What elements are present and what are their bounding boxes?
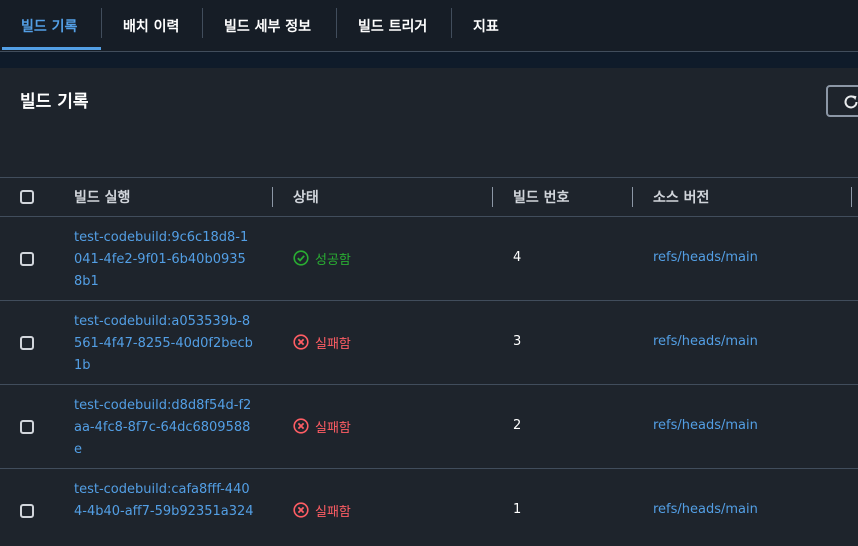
- column-header-build-run[interactable]: 빌드 실행: [74, 178, 130, 216]
- tab-bar: 빌드 기록 배치 이력 빌드 세부 정보 빌드 트리거 지표: [0, 0, 858, 52]
- check-circle-icon: [293, 250, 309, 266]
- x-circle-icon: [293, 334, 309, 350]
- section-gap: [0, 52, 858, 68]
- source-version-link[interactable]: refs/heads/main: [653, 250, 758, 265]
- build-run-link[interactable]: test-codebuild:cafa8fff-4404-4b40-aff7-5…: [74, 479, 254, 523]
- column-header-build-number[interactable]: 빌드 번호: [513, 178, 569, 216]
- column-divider[interactable]: [632, 187, 633, 207]
- source-version-link[interactable]: refs/heads/main: [653, 502, 758, 517]
- build-history-panel: 빌드 기록 빌드 실행 상태 빌드 번호 소스 버전 test-codebuil…: [0, 68, 858, 546]
- tab-build-details[interactable]: 빌드 세부 정보: [224, 0, 311, 51]
- column-divider[interactable]: [492, 187, 493, 207]
- column-header-source-version[interactable]: 소스 버전: [653, 178, 709, 216]
- active-tab-indicator: [2, 47, 101, 50]
- column-divider[interactable]: [272, 187, 273, 207]
- status-text: 실패함: [315, 336, 351, 352]
- build-number: 3: [513, 334, 522, 349]
- build-number: 1: [513, 502, 522, 517]
- table-row: test-codebuild:a053539b-8561-4f47-8255-4…: [0, 301, 858, 385]
- tab-divider: [101, 8, 102, 38]
- status-badge: 실패함: [293, 333, 351, 352]
- status-badge: 실패함: [293, 417, 351, 436]
- row-checkbox[interactable]: [20, 336, 34, 350]
- status-badge: 성공함: [293, 249, 351, 268]
- status-badge: 실패함: [293, 501, 351, 520]
- source-version-link[interactable]: refs/heads/main: [653, 418, 758, 433]
- x-circle-icon: [293, 502, 309, 518]
- table-row: test-codebuild:9c6c18d8-1041-4fe2-9f01-6…: [0, 217, 858, 301]
- tab-metrics[interactable]: 지표: [473, 0, 499, 51]
- table-header: 빌드 실행 상태 빌드 번호 소스 버전: [0, 177, 858, 217]
- column-divider[interactable]: [851, 187, 852, 207]
- refresh-button[interactable]: [826, 85, 858, 117]
- tab-build-triggers[interactable]: 빌드 트리거: [358, 0, 427, 51]
- tab-divider: [336, 8, 337, 38]
- status-text: 실패함: [315, 504, 351, 520]
- column-header-status[interactable]: 상태: [293, 178, 319, 216]
- tab-build-history[interactable]: 빌드 기록: [21, 0, 77, 51]
- x-circle-icon: [293, 418, 309, 434]
- select-all-checkbox[interactable]: [20, 190, 34, 204]
- build-number: 4: [513, 250, 522, 265]
- status-text: 성공함: [315, 252, 351, 268]
- build-run-link[interactable]: test-codebuild:a053539b-8561-4f47-8255-4…: [74, 311, 254, 377]
- row-checkbox[interactable]: [20, 252, 34, 266]
- row-checkbox[interactable]: [20, 504, 34, 518]
- tab-batch-history[interactable]: 배치 이력: [123, 0, 179, 51]
- panel-title: 빌드 기록: [20, 92, 89, 112]
- build-number: 2: [513, 418, 522, 433]
- table-row: test-codebuild:cafa8fff-4404-4b40-aff7-5…: [0, 469, 858, 546]
- tab-divider: [451, 8, 452, 38]
- build-run-link[interactable]: test-codebuild:d8d8f54d-f2aa-4fc8-8f7c-6…: [74, 395, 254, 461]
- status-text: 실패함: [315, 420, 351, 436]
- build-run-link[interactable]: test-codebuild:9c6c18d8-1041-4fe2-9f01-6…: [74, 227, 254, 293]
- source-version-link[interactable]: refs/heads/main: [653, 334, 758, 349]
- row-checkbox[interactable]: [20, 420, 34, 434]
- refresh-icon: [844, 95, 858, 109]
- table-row: test-codebuild:d8d8f54d-f2aa-4fc8-8f7c-6…: [0, 385, 858, 469]
- tab-divider: [202, 8, 203, 38]
